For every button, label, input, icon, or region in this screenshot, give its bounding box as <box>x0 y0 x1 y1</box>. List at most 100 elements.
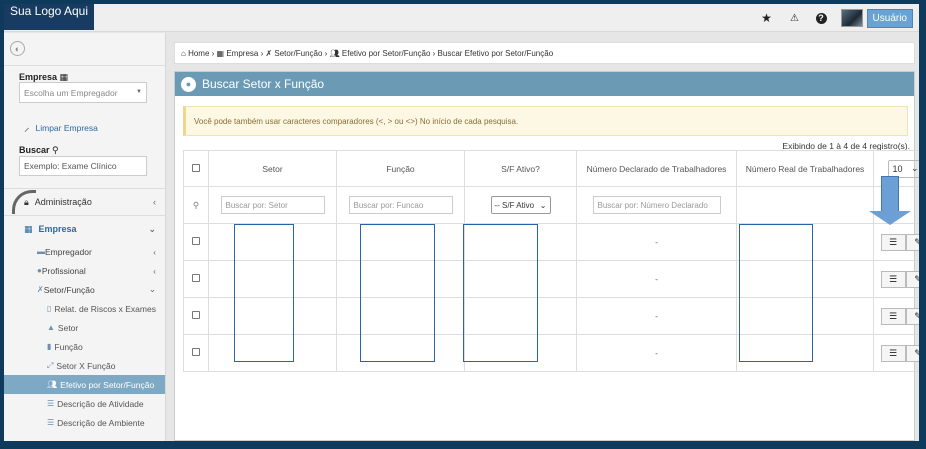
sidebar-item-profissional[interactable]: ● Profissional ‹ <box>4 261 165 280</box>
info-alert: Você pode também usar caracteres compara… <box>183 106 908 136</box>
row-checkbox[interactable] <box>192 348 200 356</box>
select-all-cell <box>183 150 209 187</box>
sidebar-subitem-desc-ambiente[interactable]: ☰ Descrição de Ambiente <box>4 413 165 432</box>
tools-icon: ✗ <box>265 49 273 58</box>
filter-declarado-input[interactable]: Buscar por: Número Declarado <box>592 196 721 214</box>
redaction-box-real <box>739 224 813 362</box>
link-icon: ⤢ <box>47 360 54 370</box>
breadcrumb-efetivo[interactable]: Efetivo por Setor/Função <box>342 49 431 58</box>
star-icon[interactable]: ★ <box>760 11 774 25</box>
edit-button[interactable]: ✎ <box>905 344 919 362</box>
list-icon: ☰ <box>888 236 898 247</box>
cell-declarado: - <box>576 223 737 261</box>
broom-icon: ⸝ <box>24 122 30 134</box>
home-icon: ⌂ <box>181 49 186 58</box>
col-header-real[interactable]: Número Real de Trabalhadores <box>736 150 874 187</box>
sidebar-menu: 🔒︎ Administração ‹ ▦ Empresa ⌄ ▬ Emprega… <box>4 188 165 432</box>
edit-icon: ✎ <box>914 273 919 284</box>
sitemap-icon: ▲ <box>47 323 55 332</box>
redaction-box-ativo <box>463 224 538 362</box>
edit-icon: ✎ <box>914 236 919 247</box>
sidebar-item-setor-funcao[interactable]: ✗ Setor/Função ⌄ <box>4 280 165 299</box>
sidebar-subitem-setor[interactable]: ▲ Setor <box>4 318 165 337</box>
user-menu[interactable]: Usuário <box>840 8 913 28</box>
chevron-left-icon: ‹ <box>153 246 156 257</box>
breadcrumb-current: Buscar Efetivo por Setor/Função <box>437 49 554 58</box>
sidebar-item-empresa[interactable]: ▦ Empresa ⌄ <box>4 215 165 242</box>
breadcrumb-empresa[interactable]: Empresa <box>226 49 258 58</box>
building-icon: ▦ <box>216 49 225 58</box>
cell-declarado: - <box>576 297 737 335</box>
view-button[interactable]: ☰ <box>880 344 906 362</box>
sidebar-item-administracao[interactable]: 🔒︎ Administração ‹ <box>4 188 165 215</box>
panel-header: ● Buscar Setor x Função <box>175 72 914 96</box>
logo[interactable]: Sua Logo Aqui <box>4 4 94 30</box>
report-icon: ▯ <box>47 304 52 313</box>
edit-button[interactable]: ✎ <box>905 307 919 325</box>
chart-icon: ▮ <box>47 342 52 351</box>
breadcrumb-setor-funcao[interactable]: Setor/Função <box>274 49 322 58</box>
top-icons: ★ ⚠ ? Usuário <box>760 8 913 28</box>
sidebar-subitem-desc-atividade[interactable]: ☰ Descrição de Atividade <box>4 394 165 413</box>
help-icon[interactable]: ? <box>815 12 827 24</box>
briefcase-icon: ▬ <box>37 247 45 256</box>
filter-ativo-select[interactable]: -- S/F Ativo ⌄ <box>490 196 551 214</box>
filter-row: ⚲ Buscar por: Setor Buscar por: Funcao -… <box>183 186 919 224</box>
filter-empty-cell <box>736 186 874 224</box>
app-window: Sua Logo Aqui ★ ⚠ ? Usuário ◐ Empresa ▦ … <box>4 4 919 441</box>
avatar[interactable] <box>840 9 863 27</box>
col-header-declarado[interactable]: Número Declarado de Trabalhadores <box>576 150 737 187</box>
search-icon: ⚲ <box>192 199 200 210</box>
col-header-funcao[interactable]: Função <box>336 150 465 187</box>
sidebar-subitem-setor-x-funcao[interactable]: ⤢ Setor X Função <box>4 356 165 375</box>
view-button[interactable]: ☰ <box>880 233 906 251</box>
user-button[interactable]: Usuário <box>866 8 913 28</box>
sidebar: ◐ Empresa ▦ Escolha um Empregador ▼ ⸝ Li… <box>4 33 166 441</box>
edit-button[interactable]: ✎ <box>905 233 919 251</box>
edit-button[interactable]: ✎ <box>905 270 919 288</box>
col-header-ativo[interactable]: S/F Ativo? <box>464 150 577 187</box>
buscar-input[interactable]: Exemplo: Exame Clínico <box>19 156 147 176</box>
row-checkbox[interactable] <box>192 237 200 245</box>
row-checkbox[interactable] <box>192 274 200 282</box>
buscar-label: Buscar ⚲ <box>19 145 59 155</box>
empresa-select[interactable]: Escolha um Empregador ▼ <box>19 82 147 103</box>
users-icon: 👥︎ <box>329 49 340 58</box>
view-button[interactable]: ☰ <box>880 307 906 325</box>
panel-title: Buscar Setor x Função <box>202 77 325 91</box>
breadcrumb-home[interactable]: Home <box>188 49 209 58</box>
sidebar-subitem-funcao[interactable]: ▮ Função <box>4 337 165 356</box>
list-icon: ☰ <box>47 399 55 408</box>
lock-icon: 🔒︎ <box>24 196 29 207</box>
row-checkbox[interactable] <box>192 311 200 319</box>
sidebar-subitem-efetivo[interactable]: 👥︎ Efetivo por Setor/Função <box>4 375 165 394</box>
sidebar-item-empregador[interactable]: ▬ Empregador ‹ <box>4 242 165 261</box>
page-length-select[interactable]: 10 ⌄ <box>887 159 919 178</box>
divider <box>4 65 165 66</box>
filter-search-icon-cell: ⚲ <box>183 186 209 224</box>
collapse-sidebar-icon[interactable]: ◐ <box>10 41 25 56</box>
redaction-box-setor <box>234 224 294 362</box>
tools-icon: ✗ <box>37 285 44 294</box>
chevron-left-icon: ‹ <box>153 197 156 207</box>
edit-icon: ✎ <box>914 310 919 321</box>
sidebar-subitem-relat-riscos[interactable]: ▯ Relat. de Riscos x Exames <box>4 299 165 318</box>
limpar-empresa-link[interactable]: ⸝ Limpar Empresa <box>24 120 98 135</box>
chevron-down-icon: ⌄ <box>148 284 156 294</box>
warning-icon[interactable]: ⚠ <box>788 11 802 25</box>
chevron-left-icon: ‹ <box>153 265 156 276</box>
table-header-row: Setor Função S/F Ativo? Número Declarado… <box>183 150 919 187</box>
building-icon: ▦ <box>59 72 69 82</box>
annotation-arrow-head <box>869 211 911 225</box>
top-navbar: Sua Logo Aqui ★ ⚠ ? Usuário <box>4 4 919 32</box>
chevron-down-icon: ▼ <box>136 89 142 95</box>
select-all-checkbox[interactable] <box>192 163 200 172</box>
filter-setor-input[interactable]: Buscar por: Setor <box>220 196 325 214</box>
list-icon: ☰ <box>888 273 898 284</box>
list-icon: ☰ <box>888 310 898 321</box>
breadcrumb: ⌂ Home › ▦ Empresa › ✗ Setor/Função › 👥︎… <box>174 42 915 64</box>
filter-funcao-input[interactable]: Buscar por: Funcao <box>348 196 453 214</box>
chevron-down-icon: ⌄ <box>148 223 156 234</box>
view-button[interactable]: ☰ <box>880 270 906 288</box>
col-header-setor[interactable]: Setor <box>208 150 337 187</box>
